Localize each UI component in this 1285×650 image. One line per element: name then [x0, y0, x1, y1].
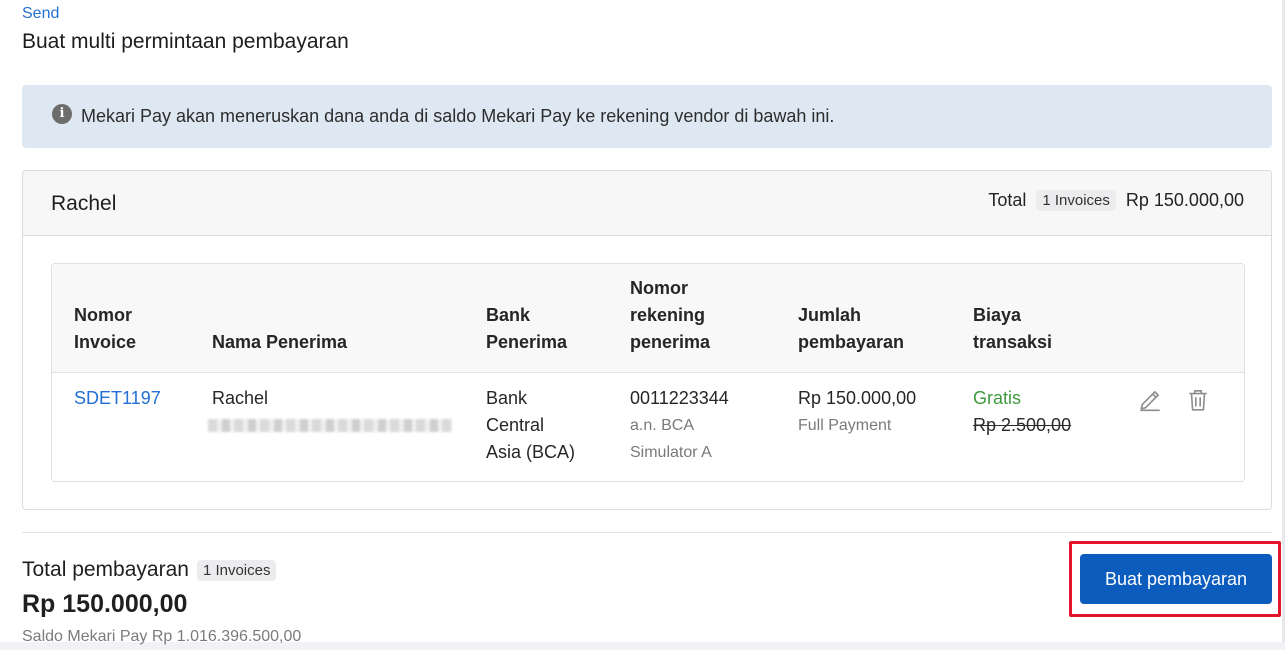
create-payment-button[interactable]: Buat pembayaran — [1080, 554, 1272, 604]
vendor-name: Rachel — [51, 192, 117, 215]
table-header: Nomor Invoice Nama Penerima Bank Penerim… — [52, 264, 1244, 373]
delete-trash-icon[interactable] — [1185, 387, 1211, 413]
table-row: SDET1197 Rachel Bank Central Asia (BCA) … — [52, 373, 1244, 481]
mekari-pay-balance: Saldo Mekari Pay Rp 1.016.396.500,00 — [22, 628, 302, 645]
total-invoice-count-badge: 1 Invoices — [196, 559, 277, 581]
header-recipient-bank: Bank Penerima — [486, 305, 568, 352]
payment-type: Full Payment — [798, 417, 892, 434]
transaction-fee-cell: Gratis Rp 2.500,00 — [973, 385, 1071, 439]
page-title: Buat multi permintaan pembayaran — [22, 30, 349, 53]
payment-amount-cell: Rp 150.000,00 Full Payment — [798, 385, 916, 439]
invoice-number-link[interactable]: SDET1197 — [74, 385, 161, 412]
breadcrumb-send[interactable]: Send — [22, 5, 59, 23]
recipient-bank: Bank Central Asia (BCA) — [486, 388, 576, 462]
header-invoice-number: Nomor Invoice — [74, 305, 137, 352]
total-payment-label: Total pembayaran — [22, 558, 189, 581]
header-account-number: Nomor rekening penerima — [630, 278, 711, 352]
vendor-total-amount: Rp 150.000,00 — [1125, 190, 1244, 210]
redacted-recipient-detail — [208, 419, 452, 432]
payment-amount: Rp 150.000,00 — [798, 388, 917, 408]
fee-free-label: Gratis — [973, 388, 1022, 408]
header-recipient-name: Nama Penerima — [212, 332, 348, 352]
edit-pencil-icon[interactable] — [1137, 387, 1163, 413]
account-number-cell: 0011223344 a.n. BCA Simulator A — [630, 385, 729, 466]
vendor-header: Rachel Total 1 Invoices Rp 150.000,00 — [23, 171, 1271, 236]
section-divider — [22, 532, 1272, 533]
info-banner: i Mekari Pay akan meneruskan dana anda d… — [22, 85, 1272, 148]
account-number: 0011223344 — [630, 388, 729, 408]
account-holder: a.n. BCA — [630, 417, 695, 434]
total-payment-label-row: Total pembayaran 1 Invoices — [22, 558, 277, 582]
header-transaction-fee: Biaya transaksi — [973, 305, 1053, 352]
header-payment-amount: Jumlah pembayaran — [798, 305, 905, 352]
total-payment-amount: Rp 150.000,00 — [22, 590, 188, 618]
original-fee: Rp 2.500,00 — [973, 415, 1072, 435]
recipient-name: Rachel — [212, 388, 269, 408]
vendor-total: Total 1 Invoices Rp 150.000,00 — [988, 190, 1244, 211]
invoice-table: Nomor Invoice Nama Penerima Bank Penerim… — [51, 263, 1245, 482]
vendor-card: Rachel Total 1 Invoices Rp 150.000,00 No… — [22, 170, 1272, 510]
vendor-invoice-count-badge: 1 Invoices — [1036, 190, 1116, 211]
info-icon: i — [52, 103, 72, 124]
info-banner-text: Mekari Pay akan meneruskan dana anda di … — [81, 106, 835, 126]
vendor-total-label: Total — [988, 190, 1027, 210]
